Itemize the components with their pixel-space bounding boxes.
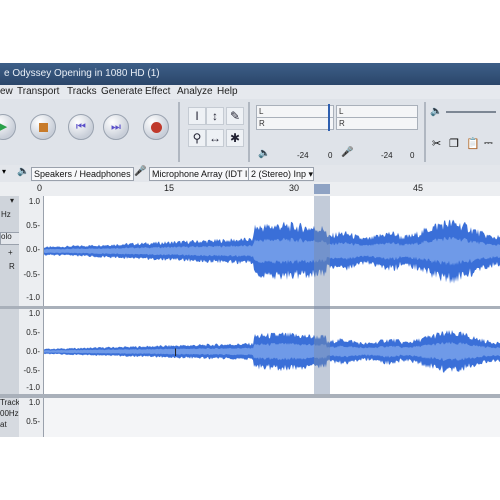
track-2-scale-neg1: -1.0	[26, 383, 40, 392]
record-meter-tick-24: -24	[297, 151, 309, 160]
play-button[interactable]: ▶	[0, 114, 16, 140]
skip-end-icon: ⏭	[111, 121, 121, 133]
track-1-rate-label: Hz	[1, 210, 11, 219]
timeshift-tool-icon[interactable]: ↔	[206, 129, 224, 147]
ruler-label-15: 15	[164, 183, 175, 193]
device-dropdown-arrow[interactable]: ▾	[2, 167, 6, 176]
track-1-pan-right-label: R	[9, 262, 15, 271]
transport-toolbar: ▶ ⏮ ⏭ I ↕ ✎ ⚲ ↔ ✱ L R L R 🔈 -24 0 🎤 -24 …	[0, 99, 500, 166]
record-button[interactable]	[143, 114, 169, 140]
input-microphone-icon: 🎤	[134, 166, 147, 177]
ruler-label-45: 45	[413, 183, 424, 193]
copy-icon[interactable]: ❐	[449, 137, 459, 150]
track-1-right-waveform-svg	[44, 330, 500, 373]
menu-generate[interactable]: Generate	[101, 86, 143, 97]
menu-analyze[interactable]: Analyze	[177, 86, 213, 97]
ruler-label-0: 0	[37, 183, 43, 193]
skip-start-button[interactable]: ⏮	[68, 114, 94, 140]
track-1-scale-0-5: 0.5-	[26, 221, 40, 230]
speaker-meter-icon[interactable]: 🔈	[258, 148, 270, 159]
multi-tool-icon[interactable]: ✱	[226, 129, 244, 147]
track-2-scale-1: 1.0	[28, 309, 40, 318]
chevron-down-icon: ▾	[308, 169, 314, 179]
menu-bar: ew Transport Tracks Generate Effect Anal…	[0, 85, 500, 99]
record-icon	[144, 115, 168, 139]
play-icon: ▶	[0, 121, 8, 133]
track-2-amplitude-scale: 1.0 0.5- 0.0- -0.5- -1.0	[19, 309, 44, 394]
meters-divider	[248, 102, 250, 162]
track-2-control-panel[interactable]: Track 00Hz at	[0, 398, 20, 437]
track-1-scale-neg05: -0.5-	[23, 270, 40, 279]
track-2-waveform-empty[interactable]	[44, 398, 500, 437]
skip-start-icon: ⏮	[76, 121, 86, 133]
menu-transport[interactable]: Transport	[17, 86, 59, 97]
meter-peak-marker	[328, 104, 330, 131]
cut-icon[interactable]: ✂	[432, 137, 441, 150]
track-1-control-panel[interactable]: ▾ Hz olo + R	[0, 196, 20, 306]
ruler-label-30: 30	[289, 183, 300, 193]
track-1-menu-icon[interactable]: ▾	[10, 196, 14, 205]
output-volume-icon[interactable]: 🔈	[430, 106, 442, 117]
audacity-window: e Odyssey Opening in 1080 HD (1) ew Tran…	[0, 63, 500, 437]
track-1-waveform-svg	[44, 219, 500, 284]
track-3-scale-0-5: 0.5-	[26, 417, 40, 426]
track-2-format-label: at	[0, 420, 7, 429]
menu-effect[interactable]: Effect	[145, 86, 170, 97]
tools-divider	[178, 102, 180, 162]
microphone-meter-icon[interactable]: 🎤	[341, 147, 353, 158]
output-volume-slider[interactable]	[446, 111, 496, 113]
timeline-ruler[interactable]: 0 15 30 45	[0, 182, 500, 197]
menu-tracks[interactable]: Tracks	[67, 86, 97, 97]
record-meter-right[interactable]: R	[256, 117, 334, 130]
menu-help[interactable]: Help	[217, 86, 238, 97]
tracks-panel: ▾ Hz olo + R 1.0 0.5- 0.0- -0.5- -1.0 1.…	[0, 196, 500, 437]
track-1-scale-0: 0.0-	[26, 245, 40, 254]
device-toolbar: ▾ 🔈 Speakers / Headphones ▾ 🎤 Microphone…	[0, 165, 500, 183]
selection-highlight[interactable]	[314, 196, 330, 394]
track-1-solo-button[interactable]: olo	[1, 232, 12, 241]
envelope-tool-icon[interactable]: ↕	[206, 107, 224, 125]
stop-button[interactable]	[30, 114, 56, 140]
track-2-scale-0: 0.0-	[26, 347, 40, 356]
draw-tool-icon[interactable]: ✎	[226, 107, 244, 125]
track-2-rate-label: 00Hz	[0, 409, 19, 418]
output-device-select[interactable]: Speakers / Headphones ▾	[31, 167, 134, 181]
track-2-name[interactable]: Track	[0, 398, 19, 407]
stop-icon	[31, 115, 55, 139]
input-device-select[interactable]: Microphone Array (IDT I ▾	[149, 167, 250, 181]
track-2-scale-0-5: 0.5-	[26, 328, 40, 337]
skip-end-button[interactable]: ⏭	[103, 114, 129, 140]
track-1-right-waveform[interactable]: I	[44, 309, 500, 394]
menu-view[interactable]: ew	[0, 86, 13, 97]
play-meter-right[interactable]: R	[336, 117, 418, 130]
trim-icon[interactable]: ⎓	[484, 137, 493, 150]
selection-tool-icon[interactable]: I	[188, 107, 206, 125]
track-2-scale-neg05: -0.5-	[23, 366, 40, 375]
track-1-gain-plus-icon[interactable]: +	[8, 248, 13, 257]
paste-icon[interactable]: 📋	[466, 137, 480, 150]
text-cursor-icon: I	[174, 347, 178, 359]
track-1-scale-neg1: -1.0	[26, 293, 40, 302]
track-3-scale-1: 1.0	[28, 398, 40, 407]
track-3-amplitude-scale: 1.0 0.5-	[19, 398, 44, 437]
zoom-tool-icon[interactable]: ⚲	[188, 129, 206, 147]
input-channels-select[interactable]: 2 (Stereo) Inp ▾	[248, 167, 314, 181]
track-1-right-channel-control	[0, 309, 20, 394]
mixer-divider	[424, 102, 426, 162]
track-1-waveform[interactable]	[44, 196, 500, 306]
window-title: e Odyssey Opening in 1080 HD (1)	[0, 63, 500, 85]
selection-region-marker[interactable]	[314, 184, 330, 194]
track-1-amplitude-scale: 1.0 0.5- 0.0- -0.5- -1.0	[19, 196, 44, 306]
play-meter-tick-24: -24	[381, 151, 393, 160]
track-1-scale-1: 1.0	[28, 197, 40, 206]
play-meter-tick-0: 0	[410, 151, 415, 160]
record-meter-tick-0: 0	[328, 151, 333, 160]
output-speaker-icon: 🔈	[17, 166, 30, 177]
